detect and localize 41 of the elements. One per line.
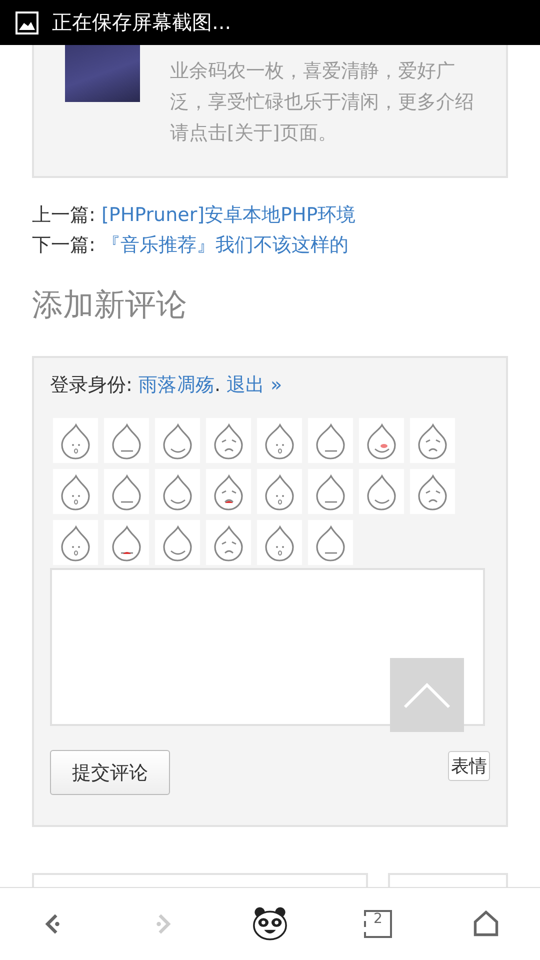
user-link[interactable]: 雨落凋殇 [138, 374, 214, 396]
emoticon-icon[interactable] [104, 418, 149, 463]
notification-text: 正在保存屏幕截图... [52, 9, 232, 36]
comment-input-field[interactable] [50, 568, 485, 726]
separator-text: . [214, 374, 220, 396]
panda-icon[interactable] [250, 905, 290, 943]
home-icon[interactable] [472, 910, 500, 938]
logout-link[interactable]: 退出 » [226, 374, 282, 396]
emoticon-icon[interactable] [359, 469, 404, 514]
emoji-button[interactable]: 表情 [448, 751, 490, 781]
emoticon-icon[interactable] [155, 469, 200, 514]
author-bio: 业余码农一枚，喜爱清静，爱好广泛，享受忙碌也乐于清闲，更多介绍请点击[关于]页面。 [170, 59, 475, 146]
emoticon-icon[interactable] [104, 469, 149, 514]
emoticon-icon[interactable] [155, 520, 200, 565]
emoticon-icon[interactable] [53, 418, 98, 463]
emoticon-icon[interactable] [359, 418, 404, 463]
login-label: 登录身份: [50, 374, 134, 396]
post-link[interactable]: [PHPruner]安卓本地PHP环境 [101, 204, 356, 226]
emoticon-icon[interactable] [104, 520, 149, 565]
emoticon-icon[interactable] [206, 520, 251, 565]
post-link[interactable]: 『音乐推荐』我们不该这样的 [101, 234, 348, 256]
submit-comment-button[interactable]: 提交评论 [50, 750, 170, 795]
section-heading: 添加新评论 [32, 286, 188, 325]
emoticon-icon[interactable] [308, 520, 353, 565]
tabs-button[interactable]: 2 [364, 910, 392, 938]
emoticon-icon[interactable] [410, 418, 455, 463]
emoticon-icon[interactable] [155, 418, 200, 463]
emoticon-icon[interactable] [206, 418, 251, 463]
emoticon-icon[interactable] [308, 418, 353, 463]
emoticon-icon[interactable] [410, 469, 455, 514]
emoticon-icon[interactable] [257, 418, 302, 463]
emoticon-icon[interactable] [308, 469, 353, 514]
emoticon-icon[interactable] [257, 520, 302, 565]
emoticon-icon[interactable] [53, 520, 98, 565]
image-icon [15, 10, 39, 34]
emoticon-icon[interactable] [257, 469, 302, 514]
emoticon-icon[interactable] [206, 469, 251, 514]
nav-label: 下一篇: [32, 234, 96, 256]
nav-label: 上一篇: [32, 204, 96, 226]
chevron-up-icon [402, 680, 452, 710]
emoticon-icon[interactable] [53, 469, 98, 514]
